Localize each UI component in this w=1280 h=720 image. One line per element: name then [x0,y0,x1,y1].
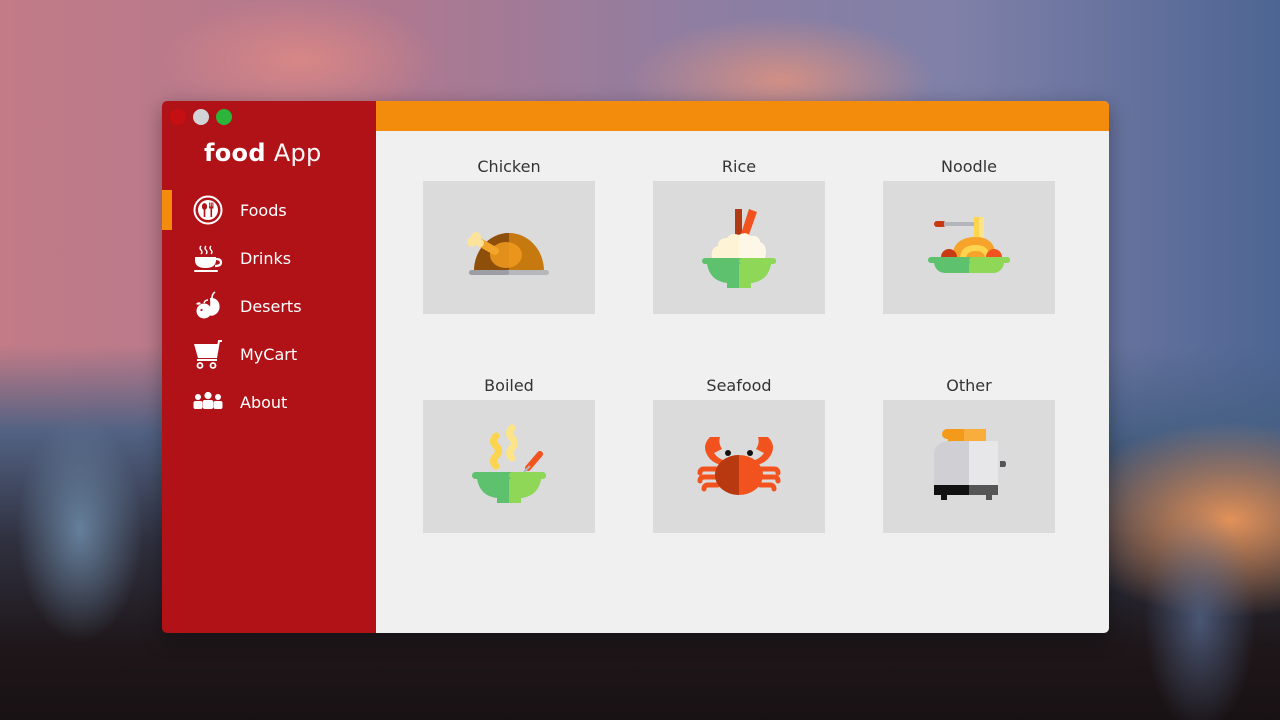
sidebar-item-about[interactable]: About [162,378,376,426]
crab-icon [697,436,781,495]
people-icon [192,386,224,418]
category-label: Seafood [706,376,772,395]
category-label: Noodle [941,157,997,176]
category-card-rice[interactable]: Rice [653,153,825,314]
sidebar-item-label: Foods [240,200,287,220]
coffee-cup-icon [192,242,224,274]
sidebar: food App Foods Drinks Deserts MyCart Abo… [162,101,376,633]
category-grid: Chicken Rice Noodle Boiled Seafood Other [423,153,1055,533]
close-window-button[interactable] [170,109,186,125]
sidebar-item-drinks[interactable]: Drinks [162,234,376,282]
app-logo: food App [204,139,322,167]
app-logo-bold: food [204,139,266,167]
window-controls [170,109,232,125]
sidebar-item-deserts[interactable]: Deserts [162,282,376,330]
category-tile[interactable] [653,181,825,314]
toaster-icon [934,428,1006,500]
maximize-window-button[interactable] [216,109,232,125]
sidebar-item-mycart[interactable]: MyCart [162,330,376,378]
sidebar-nav: Foods Drinks Deserts MyCart About [162,186,376,426]
sidebar-item-label: MyCart [240,344,298,364]
category-tile[interactable] [653,400,825,533]
category-card-boiled[interactable]: Boiled [423,372,595,533]
soup-bowl-icon [472,424,546,503]
category-tile[interactable] [883,400,1055,533]
app-window: food App Foods Drinks Deserts MyCart Abo… [162,101,1109,633]
shopping-cart-icon [192,338,224,370]
top-bar [376,101,1109,131]
sidebar-item-label: Drinks [240,248,292,268]
minimize-window-button[interactable] [193,109,209,125]
content-area: Chicken Rice Noodle Boiled Seafood Other [376,101,1109,633]
sidebar-item-foods[interactable]: Foods [162,186,376,234]
sidebar-item-label: About [240,392,288,412]
app-logo-light: App [273,139,322,167]
sidebar-item-label: Deserts [240,296,302,316]
fruit-icon [192,290,224,322]
roast-chicken-icon [467,231,549,275]
category-label: Rice [721,157,757,176]
category-label: Other [946,376,992,395]
utensils-icon [192,194,224,226]
category-tile[interactable] [423,400,595,533]
wallpaper-mountain-right [1100,440,1280,720]
category-tile[interactable] [883,181,1055,314]
category-card-noodle[interactable]: Noodle [883,153,1055,314]
category-card-seafood[interactable]: Seafood [653,372,825,533]
category-label: Boiled [484,376,534,395]
category-card-chicken[interactable]: Chicken [423,153,595,314]
category-card-other[interactable]: Other [883,372,1055,533]
rice-bowl-icon [702,208,776,288]
category-tile[interactable] [423,181,595,314]
category-label: Chicken [477,157,541,176]
noodle-plate-icon [928,216,1010,273]
